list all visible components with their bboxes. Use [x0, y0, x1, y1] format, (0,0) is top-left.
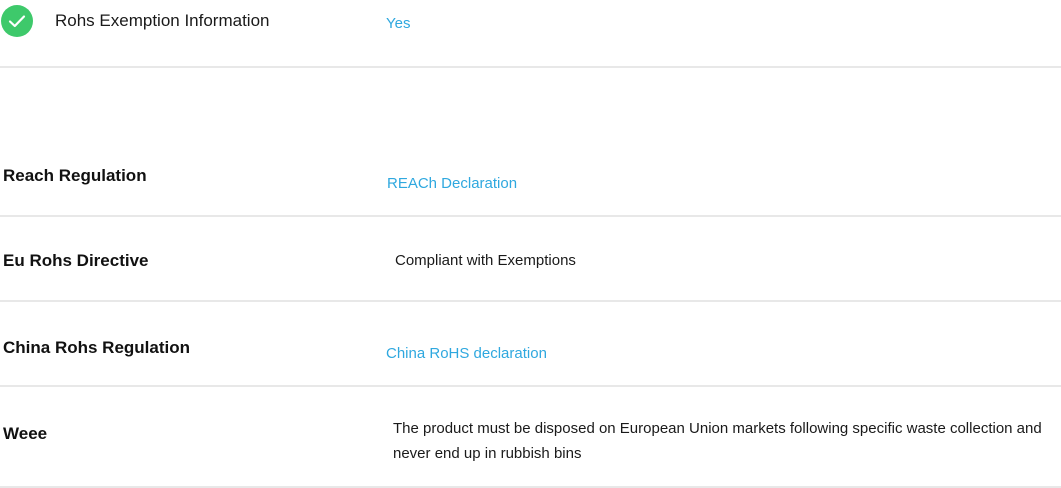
divider: [0, 300, 1061, 302]
reach-declaration-link[interactable]: REACh Declaration: [387, 175, 517, 192]
check-circle-icon: [1, 5, 33, 37]
divider: [0, 385, 1061, 387]
divider: [0, 66, 1061, 68]
eu-rohs-directive-label: Eu Rohs Directive: [3, 251, 149, 270]
rohs-exemption-label: Rohs Exemption Information: [55, 11, 270, 30]
weee-value: The product must be disposed on European…: [393, 420, 1042, 462]
china-rohs-regulation-label: China Rohs Regulation: [3, 338, 190, 357]
weee-label: Weee: [3, 424, 48, 443]
reach-regulation-label: Reach Regulation: [3, 166, 147, 185]
eu-rohs-directive-value: Compliant with Exemptions: [395, 252, 576, 269]
rohs-exemption-value-link[interactable]: Yes: [386, 15, 410, 32]
divider: [0, 215, 1061, 217]
china-rohs-declaration-link[interactable]: China RoHS declaration: [386, 345, 547, 362]
